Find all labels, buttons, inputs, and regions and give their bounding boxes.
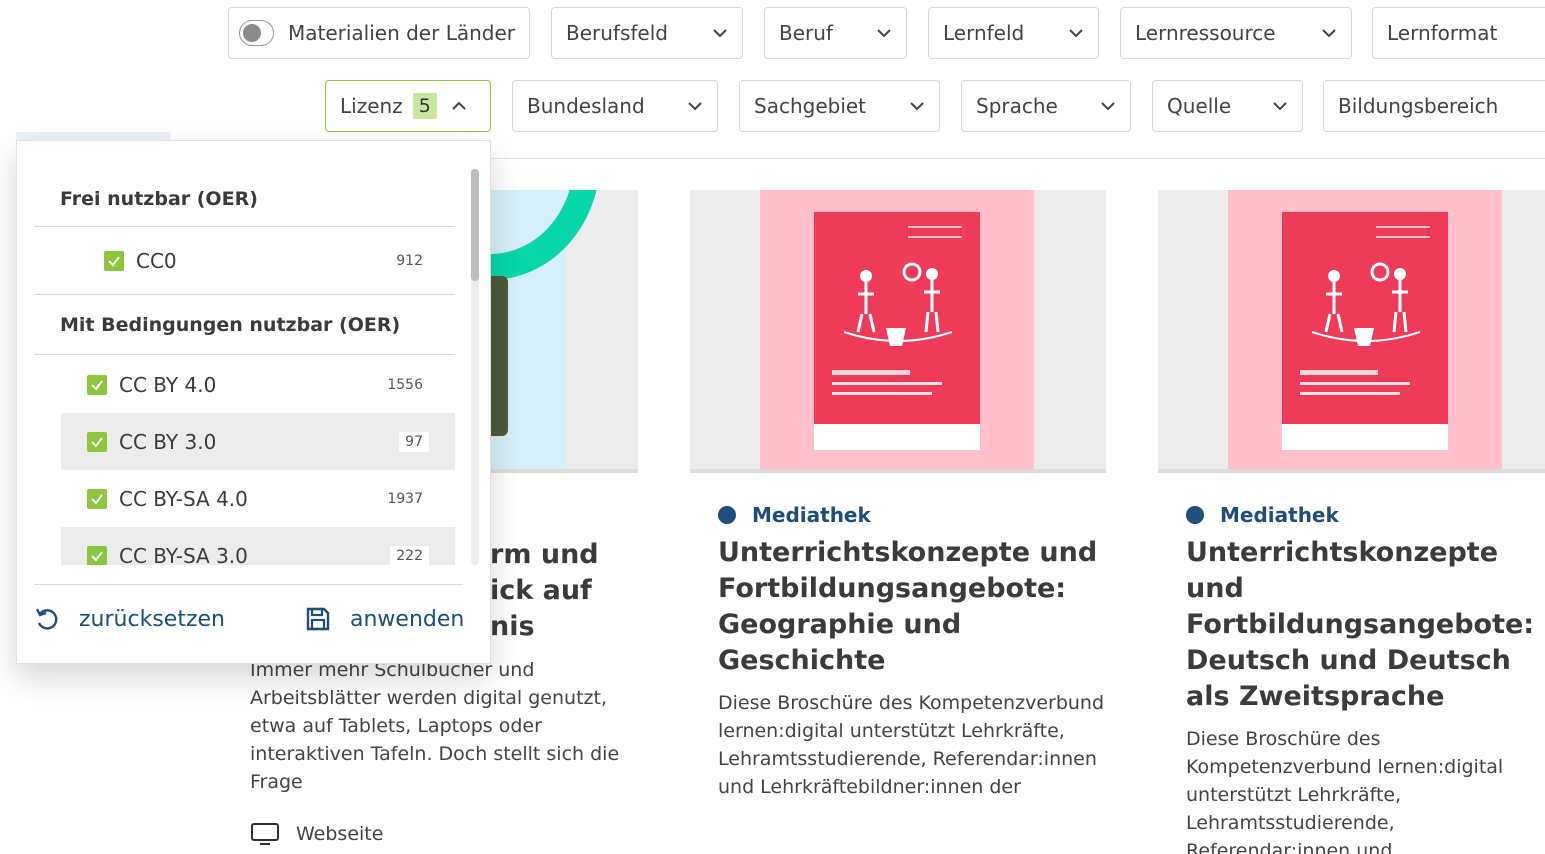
license-filter-panel: Frei nutzbar (OER) CC0 912 Mit Bedingung… [16, 140, 491, 664]
chevron-down-icon [1069, 29, 1083, 38]
result-card[interactable]: Mediathek Unterrichtskonzepte und Fortbi… [690, 190, 1106, 801]
chevron-down-icon [1273, 102, 1287, 111]
left-card-thumbnail[interactable] [490, 190, 638, 473]
dropdown-lernressource[interactable]: Lernressource [1120, 7, 1352, 59]
apply-button[interactable]: anwenden [304, 605, 464, 633]
license-option-cc-by-3[interactable]: CC BY 3.0 97 [61, 413, 455, 470]
result-card[interactable]: Mediathek Unterrichtskonzepte und Fortbi… [1158, 190, 1545, 854]
brochure-cover-image [1282, 212, 1448, 450]
checkbox-checked-icon[interactable] [87, 488, 107, 509]
scrollbar-thumb[interactable] [471, 169, 479, 281]
card-title[interactable]: Unterrichtskonzepte und Fortbildungsange… [1158, 535, 1545, 715]
illustration-icon [843, 262, 953, 346]
chevron-down-icon [910, 102, 924, 111]
toggle-switch[interactable] [239, 20, 274, 46]
dropdown-berufsfeld[interactable]: Berufsfeld [551, 7, 743, 59]
dropdown-lernfeld[interactable]: Lernfeld [928, 7, 1099, 59]
dropdown-lernformat[interactable]: Lernformat [1372, 7, 1545, 59]
chevron-down-icon [1101, 102, 1115, 111]
card-thumbnail[interactable] [1158, 190, 1545, 473]
left-card-type: Webseite [250, 822, 383, 846]
chevron-up-icon [452, 101, 466, 110]
dropdown-sachgebiet[interactable]: Sachgebiet [739, 80, 940, 132]
illustration-icon [1311, 262, 1421, 346]
checkbox-checked-icon[interactable] [104, 251, 124, 271]
card-source: Mediathek [690, 503, 1106, 527]
license-option-cc0[interactable]: CC0 912 [34, 228, 455, 295]
checkbox-checked-icon[interactable] [87, 374, 107, 395]
dropdown-bundesland[interactable]: Bundesland [512, 80, 718, 132]
checkbox-checked-icon[interactable] [87, 545, 107, 565]
license-option-cc-by-sa-3[interactable]: CC BY-SA 3.0 222 [61, 527, 455, 565]
license-option-cc-by-sa-4[interactable]: CC BY-SA 4.0 1937 [61, 470, 455, 527]
checkbox-checked-icon[interactable] [87, 431, 107, 452]
materialien-der-laender-toggle[interactable]: Materialien der Länder [228, 7, 530, 59]
source-dot-icon [718, 506, 736, 524]
card-description: Diese Broschüre des Kompetenzverbund ler… [718, 692, 1105, 798]
license-options-list[interactable]: Frei nutzbar (OER) CC0 912 Mit Bedingung… [17, 141, 457, 565]
dropdown-sprache[interactable]: Sprache [961, 80, 1131, 132]
dropdown-beruf[interactable]: Beruf [764, 7, 907, 59]
undo-icon [35, 608, 58, 630]
group-header-frei-nutzbar: Frei nutzbar (OER) [34, 171, 455, 227]
license-option-cc-by-4[interactable]: CC BY 4.0 1556 [61, 356, 455, 413]
lizenz-label: Lizenz [340, 94, 403, 118]
results-divider [490, 158, 1545, 159]
left-card-title[interactable]: rm und ick auf nis [490, 537, 599, 645]
left-card-description: Immer mehr Schulbücher und Arbeitsblätte… [250, 659, 620, 793]
card-description: Diese Broschüre des Kompetenzverbund ler… [1186, 728, 1504, 854]
group-header-mit-bedingungen: Mit Bedingungen nutzbar (OER) [34, 296, 455, 355]
source-dot-icon [1186, 506, 1204, 524]
dropdown-quelle[interactable]: Quelle [1152, 80, 1303, 132]
monitor-icon [251, 823, 279, 845]
toggle-label: Materialien der Länder [287, 21, 515, 45]
card-source: Mediathek [1158, 503, 1545, 527]
chevron-down-icon [877, 29, 891, 38]
save-icon [306, 607, 330, 631]
chevron-down-icon [688, 102, 702, 111]
brochure-cover-image [814, 212, 980, 450]
reset-button[interactable]: zurücksetzen [33, 605, 225, 633]
selected-count-badge: 5 [412, 93, 437, 119]
chevron-down-icon [1322, 29, 1336, 38]
card-title[interactable]: Unterrichtskonzepte und Fortbildungsange… [690, 535, 1106, 679]
dropdown-lizenz[interactable]: Lizenz 5 [325, 80, 491, 132]
card-thumbnail[interactable] [690, 190, 1106, 473]
dropdown-bildungsbereich[interactable]: Bildungsbereich [1323, 80, 1545, 132]
chevron-down-icon [713, 29, 727, 38]
